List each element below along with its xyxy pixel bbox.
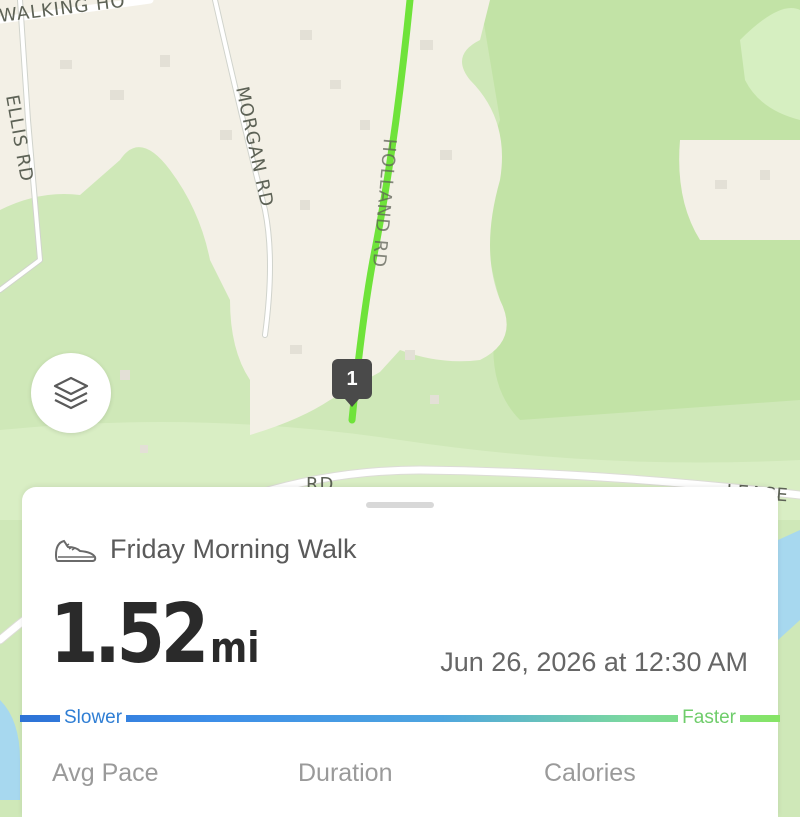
pace-slower-label: Slower: [60, 708, 127, 728]
activity-datetime: Jun 26, 2026 at 12:30 AM: [440, 647, 748, 677]
layers-icon: [53, 376, 89, 410]
distance-value: 1.52: [50, 587, 209, 682]
activity-title: Friday Morning Walk: [110, 534, 357, 564]
distance-unit: mi: [210, 623, 260, 672]
stat-label-avg-pace: Avg Pace: [52, 759, 159, 787]
activity-header: Friday Morning Walk: [52, 534, 357, 565]
drag-handle[interactable]: [366, 502, 434, 508]
activity-summary-card[interactable]: Friday Morning Walk 1.52 mi Jun 26, 2026…: [20, 487, 780, 817]
pace-gradient-bar: [20, 715, 780, 722]
route-start-marker[interactable]: 1: [332, 359, 372, 407]
stat-label-duration: Duration: [298, 759, 393, 787]
stat-label-calories: Calories: [544, 759, 636, 787]
pace-faster-label: Faster: [678, 708, 740, 728]
distance-display: 1.52 mi: [50, 587, 269, 682]
shoe-icon: [54, 539, 97, 562]
map-layers-button[interactable]: [31, 353, 111, 433]
pace-legend: Slower Faster: [20, 708, 780, 728]
